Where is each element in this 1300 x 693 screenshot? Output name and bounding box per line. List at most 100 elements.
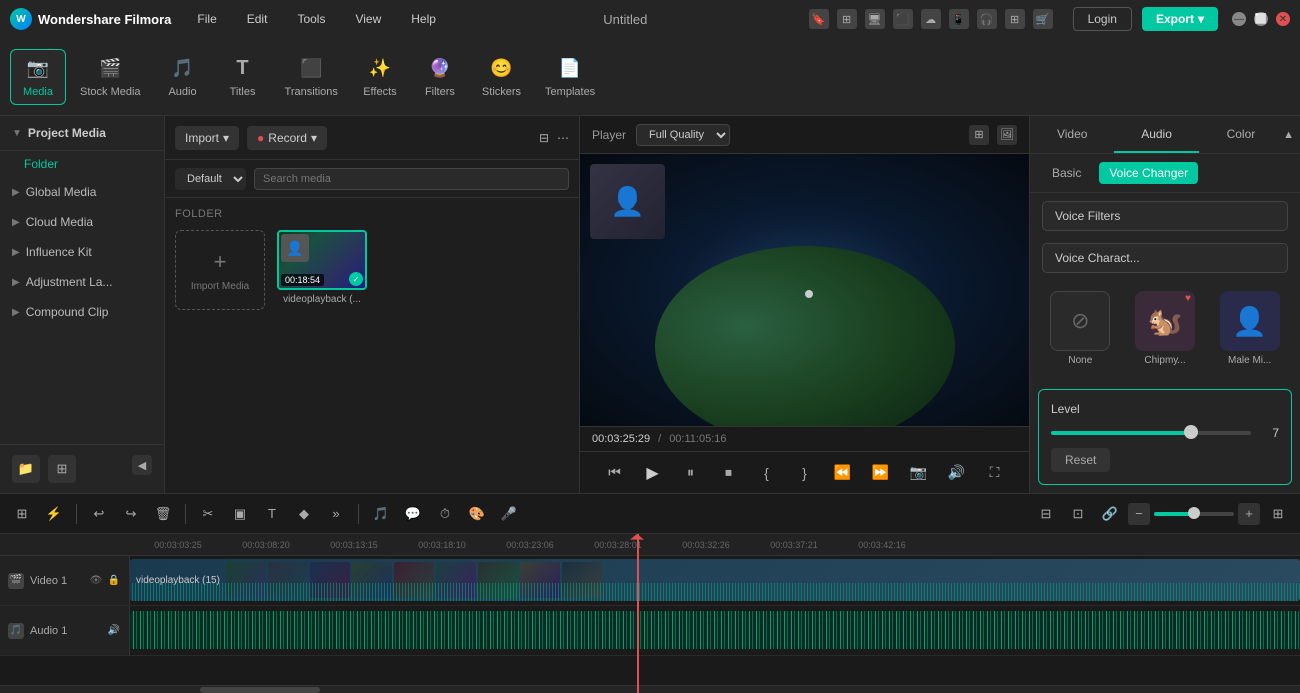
volume-button[interactable]: 🔊 [943, 459, 971, 487]
icon-cloud[interactable]: ☁ [921, 9, 941, 29]
sidebar-item-adjustment[interactable]: ▶ Adjustment La... [0, 267, 164, 297]
tool-audio[interactable]: 🎵 Audio [155, 50, 211, 104]
maximize-button[interactable]: ⬜ [1254, 12, 1268, 26]
menu-help[interactable]: Help [405, 8, 442, 30]
media-thumbnail[interactable]: 👤 00:18:54 ✓ videoplayback (... [277, 230, 367, 310]
icon-monitor[interactable]: 🖥 [865, 9, 885, 29]
reset-button[interactable]: Reset [1051, 448, 1110, 472]
video-track-body[interactable]: videoplayback (15) [130, 556, 1300, 605]
grid-view-icon[interactable]: ⊞ [969, 125, 989, 145]
scrollbar-thumb[interactable] [200, 687, 320, 693]
export-button[interactable]: Export ▾ [1142, 7, 1218, 31]
voice-chipmunk[interactable]: 🐿️ ♥ Chipmу... [1127, 285, 1204, 372]
minimize-button[interactable]: — [1232, 12, 1246, 26]
audio-track-body[interactable] [130, 606, 1300, 655]
cut-button[interactable]: ✂ [194, 500, 222, 528]
redo-button[interactable]: ↪ [117, 500, 145, 528]
level-slider[interactable] [1051, 431, 1251, 435]
subtitle-button[interactable]: 💬 [399, 500, 427, 528]
sidebar-item-global-media[interactable]: ▶ Global Media [0, 177, 164, 207]
sub-tab-basic[interactable]: Basic [1042, 162, 1091, 184]
lock-icon[interactable]: 🔒 [107, 574, 121, 588]
icon-grid2[interactable]: ⊞ [1005, 9, 1025, 29]
tool-templates[interactable]: 📄 Templates [535, 50, 605, 104]
sidebar-item-cloud-media[interactable]: ▶ Cloud Media [0, 207, 164, 237]
skip-back-button[interactable]: ⏮ [601, 459, 629, 487]
icon-phone[interactable]: 📱 [949, 9, 969, 29]
stop-button[interactable]: ⏹ [715, 459, 743, 487]
video-clip[interactable]: videoplayback (15) [130, 559, 1300, 601]
undo-button[interactable]: ↩ [85, 500, 113, 528]
tool-transitions[interactable]: ⬛ Transitions [275, 50, 348, 104]
icon-grid[interactable]: ⊞ [837, 9, 857, 29]
ripple-button[interactable]: ⚡ [40, 500, 68, 528]
menu-view[interactable]: View [349, 8, 387, 30]
more-options-icon[interactable]: ⋯ [557, 131, 569, 145]
login-button[interactable]: Login [1073, 7, 1132, 31]
collapse-panel-button[interactable]: ◀ [132, 455, 152, 475]
next-frame-button[interactable]: ⏩ [867, 459, 895, 487]
tab-audio[interactable]: Audio [1114, 116, 1198, 153]
tool-effects[interactable]: ✨ Effects [352, 50, 408, 104]
icon-bookmark[interactable]: 🔖 [809, 9, 829, 29]
tool-media[interactable]: 📷 Media [10, 49, 66, 105]
delete-button[interactable]: 🗑 [149, 500, 177, 528]
mic-button[interactable]: 🎤 [495, 500, 523, 528]
prev-frame-button[interactable]: ⏪ [829, 459, 857, 487]
sub-tab-voice-changer[interactable]: Voice Changer [1099, 162, 1198, 184]
voice-tradition[interactable]: 👘 Traditio... [1127, 380, 1204, 381]
voice-male-mi[interactable]: 👤 Male Mi... [1211, 285, 1288, 372]
add-group-button[interactable]: ⊞ [48, 455, 76, 483]
sidebar-item-influence-kit[interactable]: ▶ Influence Kit [0, 237, 164, 267]
zoom-in-button[interactable]: + [1238, 503, 1260, 525]
voice-none[interactable]: ⊘ None [1042, 285, 1119, 372]
quality-select[interactable]: Full Quality [636, 124, 730, 146]
fullscreen-button[interactable]: ⛶ [981, 459, 1009, 487]
color-button[interactable]: 🎨 [463, 500, 491, 528]
filter-icon[interactable]: ⊟ [539, 131, 549, 145]
import-button[interactable]: Import ▾ [175, 126, 239, 150]
menu-file[interactable]: File [191, 8, 222, 30]
mute-icon[interactable]: 🔊 [107, 624, 121, 638]
marker-button[interactable]: ◆ [290, 500, 318, 528]
in-point-button[interactable]: { [753, 459, 781, 487]
close-button[interactable]: ✕ [1276, 12, 1290, 26]
add-folder-button[interactable]: 📁 [12, 455, 40, 483]
more-button[interactable]: » [322, 500, 350, 528]
sidebar-item-folder[interactable]: Folder [0, 151, 164, 177]
search-input[interactable] [254, 168, 569, 190]
tool-titles[interactable]: T Titles [215, 50, 271, 104]
tab-video[interactable]: Video [1030, 116, 1114, 153]
speed-button[interactable]: ⏱ [431, 500, 459, 528]
out-point-button[interactable]: } [791, 459, 819, 487]
record-button[interactable]: ● Record ▾ [247, 126, 327, 150]
split-button[interactable]: ⊟ [1032, 500, 1060, 528]
voice-filters-button[interactable]: Voice Filters [1042, 201, 1288, 231]
audio-btn[interactable]: 🎵 [367, 500, 395, 528]
grid-view-timeline[interactable]: ⊞ [1264, 500, 1292, 528]
photo-view-icon[interactable]: 🖼 [997, 125, 1017, 145]
link-button[interactable]: 🔗 [1096, 500, 1124, 528]
horizontal-scrollbar[interactable] [0, 685, 1300, 693]
icon-headset[interactable]: 🎧 [977, 9, 997, 29]
eye-icon[interactable]: 👁 [89, 574, 103, 588]
menu-edit[interactable]: Edit [241, 8, 274, 30]
icon-layout[interactable]: ⬛ [893, 9, 913, 29]
crop-button[interactable]: ▣ [226, 500, 254, 528]
default-select[interactable]: Default [175, 168, 246, 190]
zoom-slider[interactable] [1154, 512, 1234, 516]
pause-button[interactable]: ⏸ [677, 459, 705, 487]
tool-filters[interactable]: 🔮 Filters [412, 50, 468, 104]
tool-stock-media[interactable]: 🎬 Stock Media [70, 50, 151, 104]
play-button[interactable]: ▶ [639, 459, 667, 487]
icon-cart[interactable]: 🛒 [1033, 9, 1053, 29]
tab-color[interactable]: Color [1199, 116, 1283, 153]
snap-button[interactable]: ⊞ [8, 500, 36, 528]
voice-hacker[interactable]: 💻 Hacker [1211, 380, 1288, 381]
tool-stickers[interactable]: 😊 Stickers [472, 50, 531, 104]
collapse-icon[interactable]: ▲ [1283, 116, 1300, 153]
zoom-out-button[interactable]: − [1128, 503, 1150, 525]
voice-character-button[interactable]: Voice Charact... [1042, 243, 1288, 273]
text-button[interactable]: T [258, 500, 286, 528]
trim-button[interactable]: ⊡ [1064, 500, 1092, 528]
